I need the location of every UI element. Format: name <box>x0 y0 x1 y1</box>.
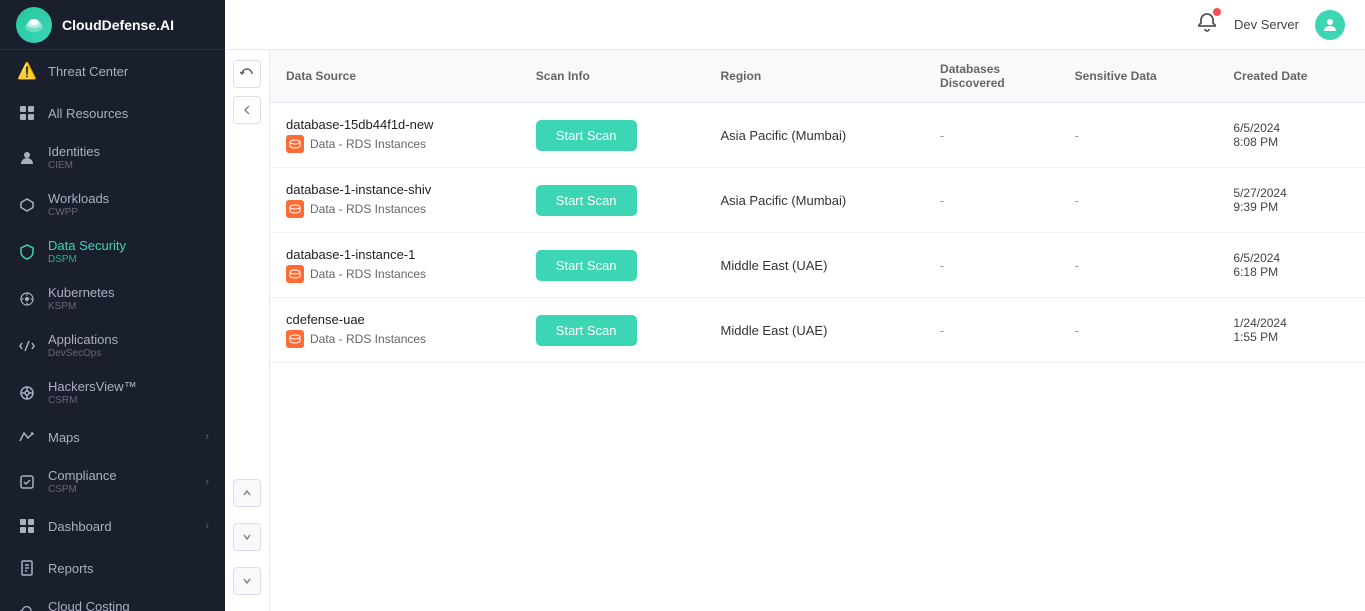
cell-scan-info-3: Start Scan <box>520 298 705 363</box>
logo-area[interactable]: CloudDefense.AI <box>0 0 225 50</box>
col-header-data-source: Data Source <box>270 50 520 103</box>
cell-scan-info-0: Start Scan <box>520 103 705 168</box>
table-row: database-1-instance-shiv Data - RDS Inst… <box>270 168 1365 233</box>
cloud-costing-icon <box>16 603 38 611</box>
cell-sensitive-data-0: - <box>1059 103 1218 168</box>
cell-db-discovered-1: - <box>924 168 1059 233</box>
cell-region-0: Asia Pacific (Mumbai) <box>705 103 925 168</box>
sidebar-item-maps[interactable]: Maps › <box>0 416 225 458</box>
col-header-created-date: Created Date <box>1217 50 1365 103</box>
sidebar-item-compliance[interactable]: Compliance CSPM › <box>0 458 225 505</box>
cell-data-source-1: database-1-instance-shiv Data - RDS Inst… <box>270 168 520 233</box>
table-row: database-1-instance-1 Data - RDS Instanc… <box>270 233 1365 298</box>
maps-icon <box>16 426 38 448</box>
sidebar-item-all-resources[interactable]: All Resources <box>0 92 225 134</box>
left-panel <box>225 50 270 611</box>
start-scan-button-0[interactable]: Start Scan <box>536 120 637 151</box>
notification-badge <box>1213 8 1221 16</box>
cell-sensitive-data-1: - <box>1059 168 1218 233</box>
dashboard-arrow: › <box>205 520 209 532</box>
cell-db-discovered-2: - <box>924 233 1059 298</box>
sidebar-item-reports[interactable]: Reports <box>0 547 225 589</box>
cell-created-date-0: 6/5/2024 8:08 PM <box>1217 103 1365 168</box>
rds-icon-2 <box>286 265 304 283</box>
cell-sensitive-data-2: - <box>1059 233 1218 298</box>
table-area: Data Source Scan Info Region DatabasesDi… <box>270 50 1365 611</box>
main-area: Dev Server <box>225 0 1365 611</box>
sidebar-item-threat-center[interactable]: ⚠️ Threat Center <box>0 50 225 92</box>
topbar: Dev Server <box>225 0 1365 50</box>
sidebar-item-workloads[interactable]: Workloads CWPP <box>0 181 225 228</box>
sidebar: CloudDefense.AI ⚠️ Threat Center All Res… <box>0 0 225 611</box>
collapse-left-button[interactable] <box>233 96 261 124</box>
col-header-sensitive-data: Sensitive Data <box>1059 50 1218 103</box>
rds-icon-0 <box>286 135 304 153</box>
cell-region-2: Middle East (UAE) <box>705 233 925 298</box>
rds-icon-3 <box>286 330 304 348</box>
sidebar-item-dashboard[interactable]: Dashboard › <box>0 505 225 547</box>
kubernetes-icon <box>16 288 38 310</box>
applications-icon <box>16 335 38 357</box>
logo-icon <box>16 7 52 43</box>
sidebar-item-applications[interactable]: Applications DevSecOps <box>0 322 225 369</box>
table-row: cdefense-uae Data - RDS Instances Start … <box>270 298 1365 363</box>
notifications-bell[interactable] <box>1196 11 1218 38</box>
col-header-region: Region <box>705 50 925 103</box>
threat-center-icon: ⚠️ <box>16 60 38 82</box>
compliance-arrow: › <box>205 476 209 488</box>
cell-db-discovered-3: - <box>924 298 1059 363</box>
sidebar-item-hackersview[interactable]: HackersView™ CSRM <box>0 369 225 416</box>
rds-icon-1 <box>286 200 304 218</box>
compliance-icon <box>16 471 38 493</box>
sidebar-item-cloud-costing[interactable]: Cloud Costing BETA <box>0 589 225 611</box>
maps-arrow: › <box>205 431 209 443</box>
sidebar-item-identities[interactable]: Identities CIEM <box>0 134 225 181</box>
collapse-section-bot[interactable] <box>233 567 261 595</box>
col-header-db-discovered: DatabasesDiscovered <box>924 50 1059 103</box>
user-avatar[interactable] <box>1315 10 1345 40</box>
hackersview-icon <box>16 382 38 404</box>
cell-sensitive-data-3: - <box>1059 298 1218 363</box>
identities-icon <box>16 147 38 169</box>
cell-data-source-0: database-15db44f1d-new Data - RDS Instan… <box>270 103 520 168</box>
cell-scan-info-2: Start Scan <box>520 233 705 298</box>
cell-region-1: Asia Pacific (Mumbai) <box>705 168 925 233</box>
cell-data-source-2: database-1-instance-1 Data - RDS Instanc… <box>270 233 520 298</box>
data-table: Data Source Scan Info Region DatabasesDi… <box>270 50 1365 363</box>
data-security-icon <box>16 241 38 263</box>
server-label: Dev Server <box>1234 17 1299 32</box>
cell-created-date-1: 5/27/2024 9:39 PM <box>1217 168 1365 233</box>
table-row: database-15db44f1d-new Data - RDS Instan… <box>270 103 1365 168</box>
start-scan-button-2[interactable]: Start Scan <box>536 250 637 281</box>
all-resources-icon <box>16 102 38 124</box>
sidebar-item-kubernetes[interactable]: Kubernetes KSPM <box>0 275 225 322</box>
cell-created-date-2: 6/5/2024 6:18 PM <box>1217 233 1365 298</box>
refresh-button[interactable] <box>233 60 261 88</box>
dashboard-icon <box>16 515 38 537</box>
cell-created-date-3: 1/24/2024 1:55 PM <box>1217 298 1365 363</box>
collapse-section-top[interactable] <box>233 479 261 507</box>
topbar-right: Dev Server <box>1196 10 1345 40</box>
content-wrapper: Data Source Scan Info Region DatabasesDi… <box>225 50 1365 611</box>
cell-data-source-3: cdefense-uae Data - RDS Instances <box>270 298 520 363</box>
sidebar-item-data-security[interactable]: Data Security DSPM <box>0 228 225 275</box>
cell-db-discovered-0: - <box>924 103 1059 168</box>
start-scan-button-1[interactable]: Start Scan <box>536 185 637 216</box>
start-scan-button-3[interactable]: Start Scan <box>536 315 637 346</box>
workloads-icon <box>16 194 38 216</box>
cell-region-3: Middle East (UAE) <box>705 298 925 363</box>
cell-scan-info-1: Start Scan <box>520 168 705 233</box>
col-header-scan-info: Scan Info <box>520 50 705 103</box>
table-header-row: Data Source Scan Info Region DatabasesDi… <box>270 50 1365 103</box>
collapse-section-mid[interactable] <box>233 523 261 551</box>
app-title: CloudDefense.AI <box>62 17 174 33</box>
reports-icon <box>16 557 38 579</box>
